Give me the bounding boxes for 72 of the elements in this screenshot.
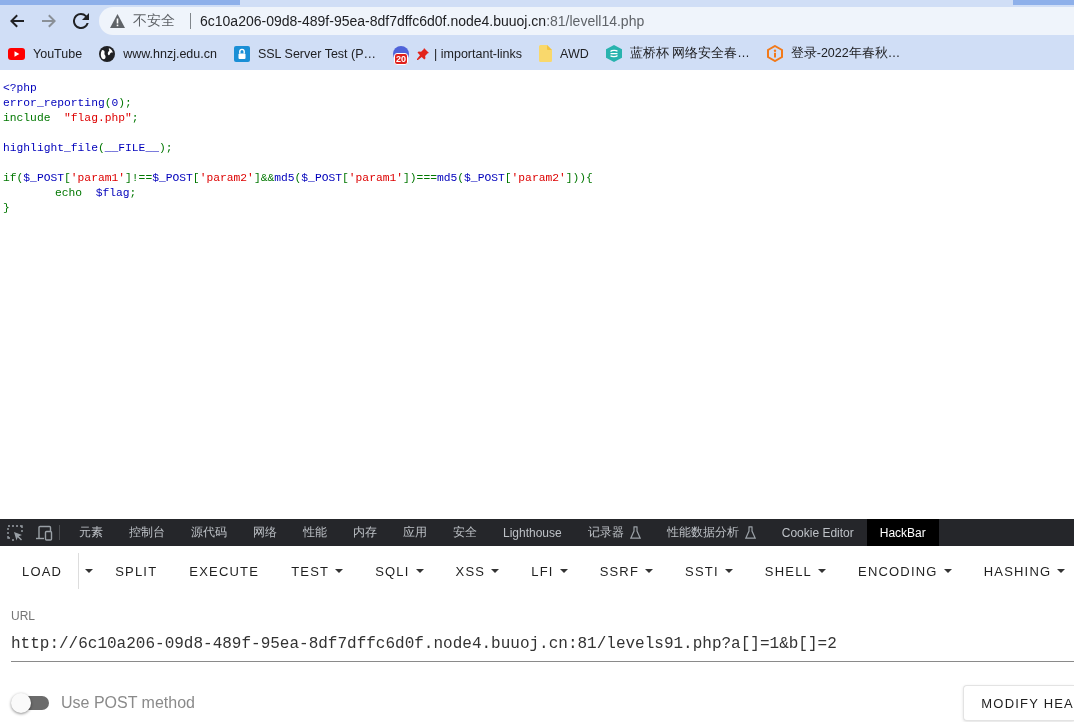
reload-icon bbox=[73, 13, 89, 29]
address-bar[interactable]: 不安全 6c10a206-09d8-489f-95ea-8df7dffc6d0f.node4.buuoj.cn:81/levell14.php bbox=[99, 7, 1074, 35]
arrow-left-icon bbox=[9, 13, 25, 29]
warning-icon bbox=[110, 14, 125, 28]
devtools-tab[interactable]: 安全 bbox=[440, 519, 490, 546]
arrow-right-icon bbox=[41, 13, 57, 29]
load-button[interactable]: LOAD bbox=[6, 553, 80, 589]
caret-icon bbox=[1057, 569, 1066, 573]
hexagon-icon bbox=[605, 45, 622, 62]
caret-icon bbox=[943, 569, 952, 573]
devtools-tab[interactable]: HackBar bbox=[866, 519, 939, 546]
devtools-tab[interactable]: 内存 bbox=[340, 519, 390, 546]
devtools-tab[interactable]: Cookie Editor bbox=[768, 519, 867, 546]
play-icon bbox=[8, 47, 25, 60]
caret-icon bbox=[85, 569, 94, 573]
menu-button[interactable]: ENCODING bbox=[842, 553, 968, 589]
bookmark[interactable]: SSL Server Test (P… bbox=[225, 39, 385, 68]
devtools-tab[interactable]: 源代码 bbox=[178, 519, 240, 546]
toolbar-button[interactable]: EXECUTE bbox=[173, 553, 276, 589]
hexagon-info-icon bbox=[766, 45, 783, 62]
devtools-tab[interactable]: 控制台 bbox=[116, 519, 178, 546]
modify-header-button[interactable]: MODIFY HEA bbox=[963, 685, 1074, 721]
menu-button[interactable]: HASHING bbox=[967, 553, 1074, 589]
code-line: error_reporting(0); bbox=[3, 96, 132, 111]
url-text: 6c10a206-09d8-489f-95ea-8df7dffc6d0f.node4.buuoj.cn:81/levell14.php bbox=[200, 13, 645, 29]
menu-button[interactable]: SQLI bbox=[359, 553, 440, 589]
bookmark[interactable]: YouTube bbox=[0, 39, 91, 68]
menu-button[interactable]: TEST bbox=[275, 553, 360, 589]
code-line: echo $flag; bbox=[55, 186, 137, 201]
bookmark[interactable]: AWD bbox=[531, 39, 597, 68]
globe-icon bbox=[99, 45, 116, 62]
menu-button[interactable]: LFI bbox=[515, 553, 584, 589]
toggle-switch[interactable] bbox=[11, 693, 49, 713]
devtools-tab[interactable]: 应用 bbox=[390, 519, 440, 546]
field-label: URL bbox=[11, 608, 35, 624]
code-line: } bbox=[3, 201, 10, 216]
bookmark[interactable]: 20 | important-links bbox=[385, 39, 531, 68]
url-field[interactable]: http://6c10a206-09d8-489f-95ea-8df7dffc6d0f.node4.buuoj.cn:81/levels91.php?a[]=1&b[]=2 bbox=[11, 634, 1074, 662]
caret-icon bbox=[724, 569, 733, 573]
security-label: 不安全 bbox=[133, 12, 175, 30]
devtools-tab[interactable]: 记录器 bbox=[574, 519, 654, 546]
code-line: <?php bbox=[3, 81, 37, 96]
menu-button[interactable]: SSTI bbox=[669, 553, 749, 589]
folder-icon bbox=[539, 45, 553, 62]
pushpin-icon bbox=[417, 47, 430, 60]
toolbar-button[interactable]: SPLIT bbox=[99, 553, 174, 589]
code-line: if($_POST['param1']!==$_POST['param2']&&md5($_POST['param1'])===md5($_POST['param2'])){ bbox=[3, 171, 593, 186]
caret-icon bbox=[645, 569, 654, 573]
caret-icon bbox=[818, 569, 826, 573]
devtools-tab[interactable]: 元素 bbox=[66, 519, 116, 546]
flask-icon bbox=[744, 526, 756, 539]
menu-button[interactable]: XSS bbox=[439, 553, 516, 589]
menu-button[interactable]: SHELL bbox=[748, 553, 842, 589]
devtools-tab[interactable]: Lighthouse bbox=[490, 519, 575, 546]
flask-icon bbox=[629, 526, 641, 539]
lock-icon bbox=[233, 45, 250, 62]
devtools-tab[interactable]: 性能数据分析 bbox=[653, 519, 769, 546]
menu-button[interactable]: SSRF bbox=[583, 553, 670, 589]
caret-icon bbox=[559, 569, 568, 573]
devtools-tab[interactable]: 性能 bbox=[290, 519, 340, 546]
bookmark[interactable]: 登录-2022年春秋… bbox=[758, 39, 909, 68]
toggle-label: Use POST method bbox=[61, 694, 195, 712]
bookmark[interactable]: 蓝桥杯 网络安全春… bbox=[597, 39, 758, 68]
device-icon bbox=[35, 524, 53, 541]
caret-icon bbox=[491, 569, 500, 573]
inspect-icon bbox=[7, 524, 23, 541]
code-line: include "flag.php"; bbox=[3, 111, 139, 126]
caret-icon bbox=[415, 569, 424, 573]
caret-icon bbox=[335, 569, 344, 573]
bookmark[interactable]: www.hnzj.edu.cn bbox=[91, 39, 225, 68]
devtools-tab[interactable]: 网络 bbox=[240, 519, 290, 546]
code-line: highlight_file(__FILE__); bbox=[3, 141, 173, 156]
